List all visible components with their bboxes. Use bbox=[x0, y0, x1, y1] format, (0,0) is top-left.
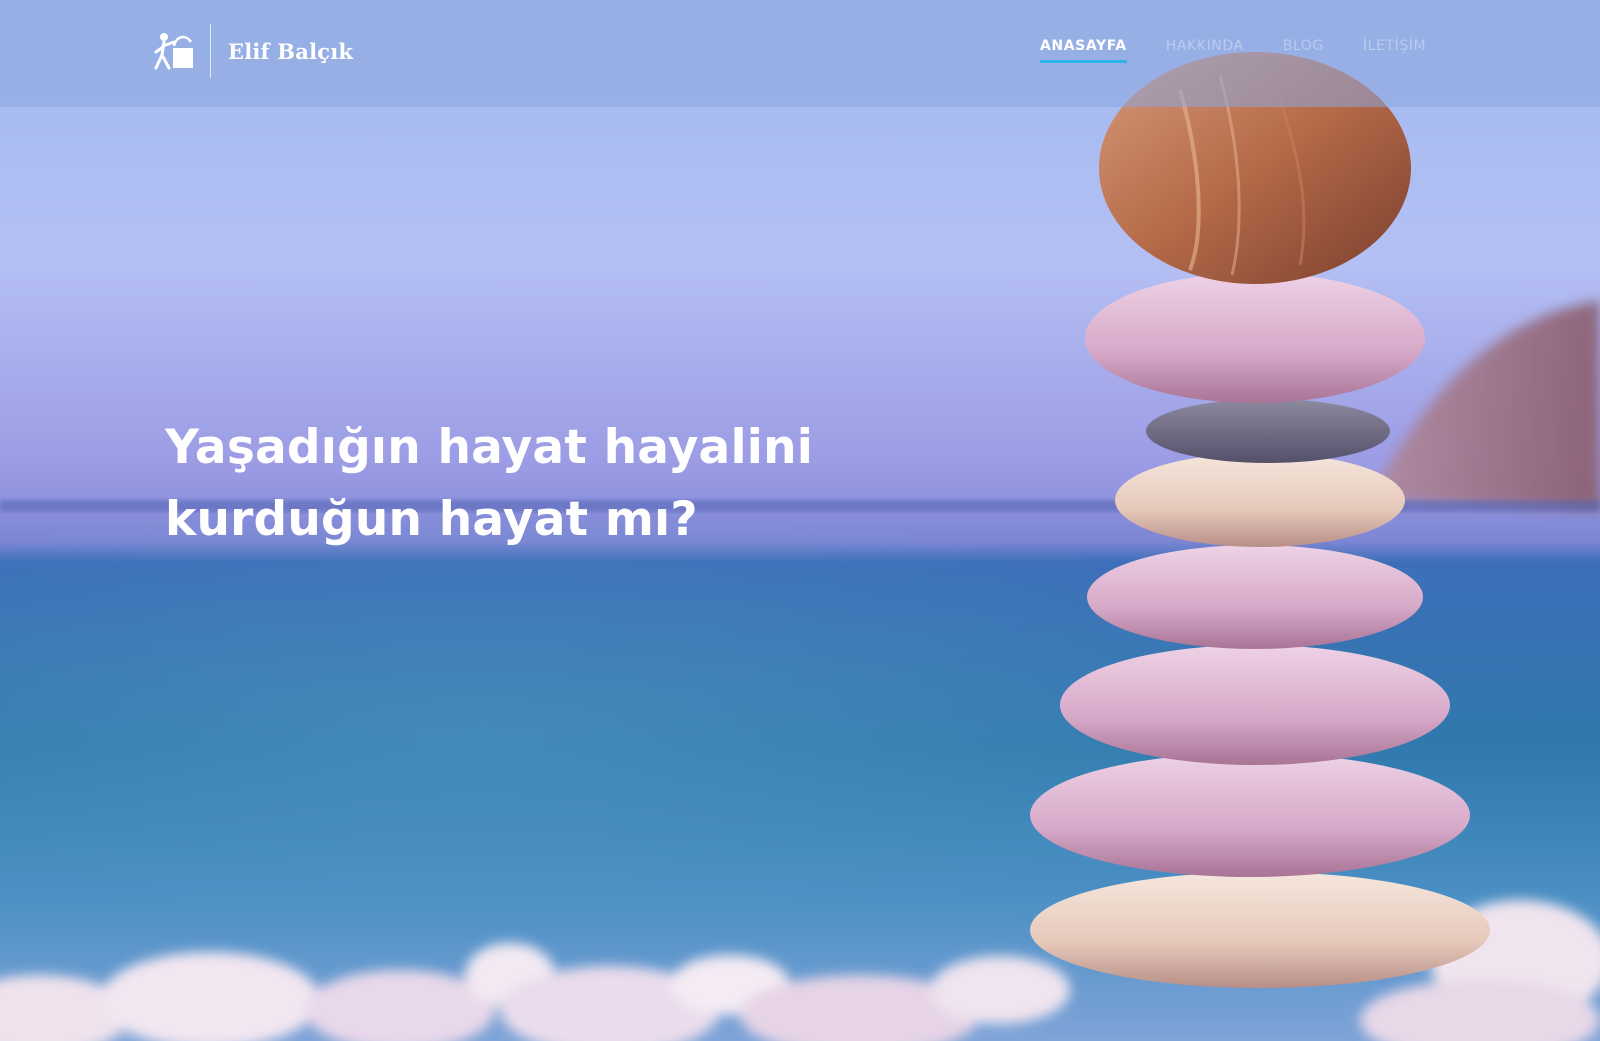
nav-item-hakkinda[interactable]: HAKKINDA bbox=[1166, 38, 1244, 60]
nav-item-iletisim[interactable]: İLETİŞİM bbox=[1363, 38, 1426, 60]
top-navbar: Elif Balçık ANASAYFA HAKKINDA BLOG İLETİ… bbox=[0, 0, 1600, 107]
hero-section: Elif Balçık ANASAYFA HAKKINDA BLOG İLETİ… bbox=[0, 0, 1600, 1041]
brand-name: Elif Balçık bbox=[228, 38, 354, 64]
hero-headline-line-1: Yaşadığın hayat hayalini bbox=[165, 420, 814, 475]
logo-divider bbox=[210, 24, 211, 78]
person-lifting-box-icon bbox=[154, 33, 193, 70]
main-navigation: ANASAYFA HAKKINDA BLOG İLETİŞİM bbox=[1040, 38, 1465, 63]
nav-item-blog[interactable]: BLOG bbox=[1283, 38, 1324, 60]
nav-item-anasayfa[interactable]: ANASAYFA bbox=[1040, 38, 1127, 63]
hero-headline: Yaşadığın hayat hayalini kurduğun hayat … bbox=[165, 412, 925, 556]
hero-headline-line-2: kurduğun hayat mı? bbox=[165, 492, 698, 547]
brand-logo-link[interactable]: Elif Balçık bbox=[152, 24, 353, 78]
